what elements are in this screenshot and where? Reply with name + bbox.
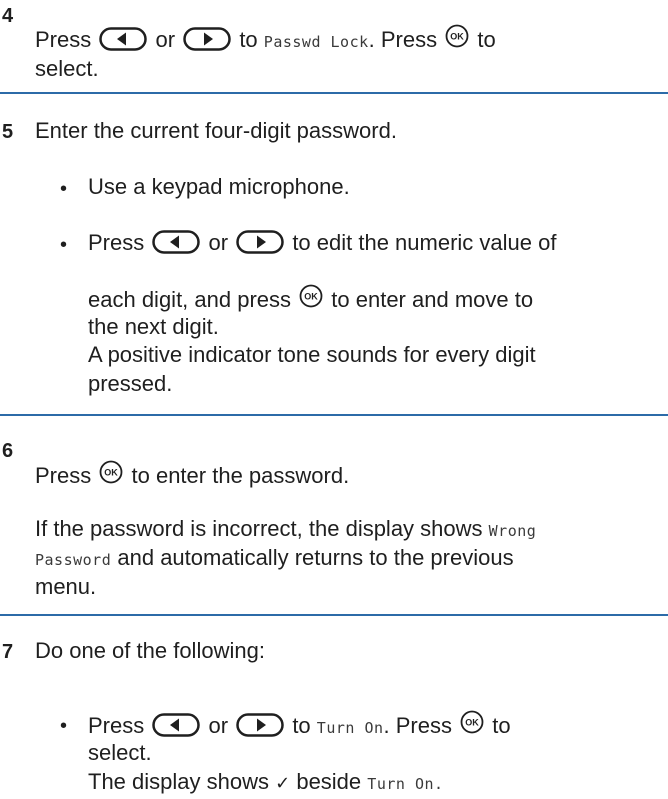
text: to [477,27,496,52]
right-arrow-key-icon [183,27,231,51]
ok-button-icon [299,284,323,308]
step-text: Do one of the following: [35,638,265,663]
bullet-text-cont: The display shows ✓ beside Turn On. [88,768,444,798]
text: to enter the password. [131,463,350,488]
ok-button-icon [445,24,469,48]
text: Press [88,230,145,255]
text: Press [35,463,92,488]
text: to edit the numeric value of [292,230,557,255]
text: to [292,713,311,738]
bullet-text: Press or to Turn On. Press to [88,710,511,742]
divider [0,614,668,616]
text: each digit, and press [88,287,292,312]
ok-button-icon [99,460,123,484]
step-number: 4 [2,5,14,27]
bullet-text-cont: the next digit. [88,314,219,339]
text: Press [88,713,145,738]
menu-item-code: Passwd Lock [263,33,369,51]
text: Press [35,27,92,52]
text: to enter and move to [331,287,534,312]
text: or [208,230,229,255]
menu-item-code: Turn On [316,719,384,737]
bullet: • [60,715,68,737]
text: or [155,27,176,52]
text: beside [296,769,362,794]
left-arrow-key-icon [152,230,201,254]
bullet: • [60,234,68,256]
step-text: Enter the current four-digit password. [35,118,397,143]
text: to [492,713,511,738]
step-text-cont: Password and automatically returns to th… [35,544,514,574]
bullet-text: Press or to edit the numeric value of [88,229,556,257]
display-message-code: Password [35,551,112,569]
text: to [239,27,258,52]
step-text: If the password is incorrect, the displa… [35,515,536,545]
text: and automatically returns to the previou… [117,545,514,570]
bullet: • [60,178,68,200]
divider [0,414,668,416]
text: . Press [368,27,438,52]
bullet-text-cont: select. [88,740,152,765]
text: or [208,713,229,738]
bullet-text-cont: each digit, and press to enter and move … [88,284,533,314]
text: . Press [383,713,452,738]
menu-item-code: Turn On. [367,775,444,793]
step-number: 5 [2,121,14,143]
right-arrow-key-icon [236,230,284,254]
bullet-text-cont: pressed. [88,371,173,396]
display-message-code: Wrong [488,522,537,540]
ok-button-icon [460,710,484,734]
divider [0,92,668,94]
text: The display shows [88,769,269,794]
bullet-text: Use a keypad microphone. [88,174,350,199]
step-number: 7 [2,641,14,663]
left-arrow-key-icon [152,713,201,737]
step-text-cont: select. [35,56,99,81]
step-text: Press or to Passwd Lock. Press to [35,24,496,56]
step-text: Press to enter the password. [35,460,349,490]
step-text-cont: menu. [35,574,97,599]
right-arrow-key-icon [236,713,284,737]
bullet-text-cont: A positive indicator tone sounds for eve… [88,342,536,367]
step-number: 6 [2,440,14,462]
text: If the password is incorrect, the displa… [35,516,483,541]
checkmark-icon: ✓ [275,773,291,794]
left-arrow-key-icon [99,27,148,51]
